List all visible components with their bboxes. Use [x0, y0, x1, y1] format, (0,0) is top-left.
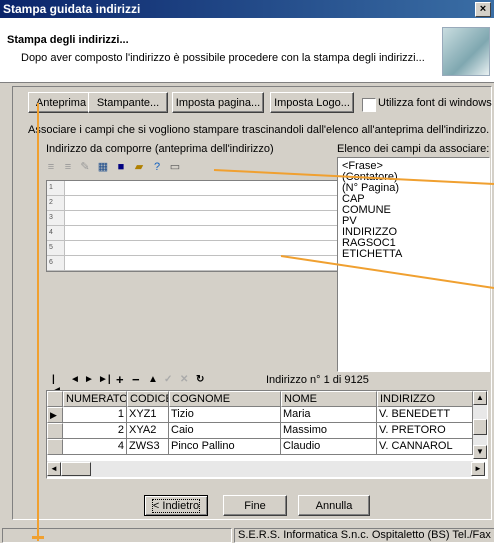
annotation-lines: [213, 169, 494, 289]
annotation-line: [280, 255, 494, 289]
annotation-line: [213, 169, 494, 185]
